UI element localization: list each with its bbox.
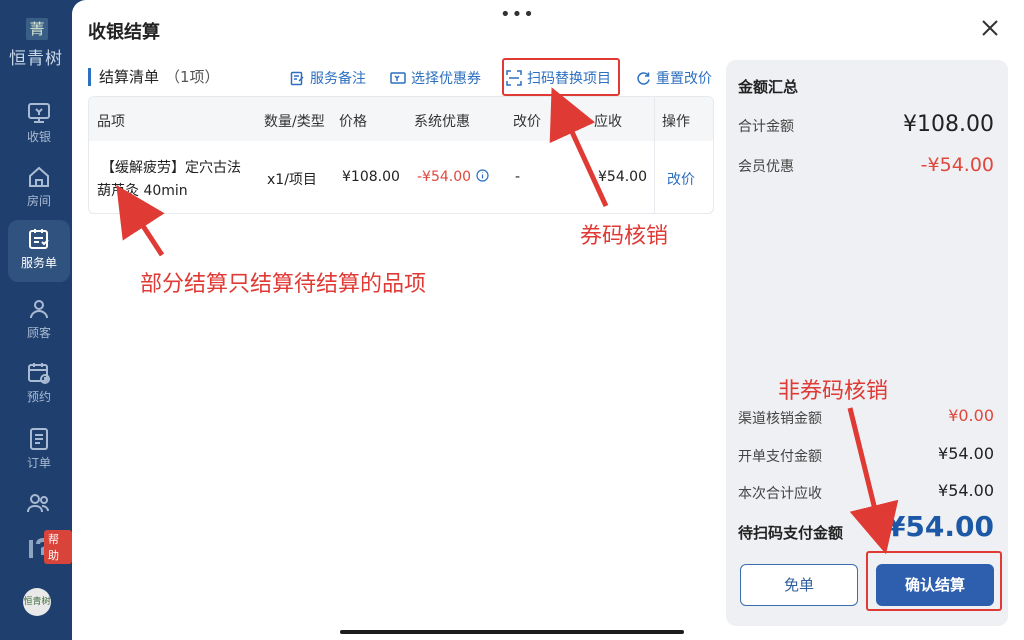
sidebar-item-room[interactable]: 房间 bbox=[8, 158, 70, 220]
home-icon bbox=[29, 166, 49, 187]
checkout-panel: ••• 收银结算 结算清单 （1项） 服务备注 选择优惠券 扫码替换项目 重置改价… bbox=[72, 0, 1024, 640]
sidebar-item-cashier[interactable]: 收银 bbox=[8, 94, 70, 156]
arrow-to-scan bbox=[549, 87, 609, 208]
sidebar-item-customer[interactable]: 顾客 bbox=[8, 290, 70, 352]
sidebar-item-label: 收银 bbox=[26, 130, 51, 144]
sidebar-item-label: 房间 bbox=[26, 194, 51, 208]
calendar-icon bbox=[28, 363, 50, 384]
sidebar-item-label: 顾客 bbox=[26, 326, 51, 340]
arrow-to-item bbox=[116, 185, 165, 257]
bottom-logo: 恒青树 bbox=[23, 588, 51, 616]
staff-icon bbox=[27, 494, 49, 513]
annotation-non-coupon-verify: 非券码核销 bbox=[778, 379, 889, 404]
cashier-icon bbox=[28, 103, 50, 123]
home-indicator[interactable] bbox=[340, 630, 684, 634]
sidebar-item-order[interactable]: 订单 bbox=[8, 420, 70, 482]
arrow-to-confirm bbox=[847, 407, 899, 555]
help-badge[interactable]: 帮助 bbox=[44, 530, 72, 564]
sidebar: 菁 恒青树 收银 房间 服务单 顾客 预约 订单 帮助 恒青树 bbox=[0, 0, 72, 640]
sidebar-item-label: 订单 bbox=[26, 456, 51, 470]
annotation-coupon-verify: 券码核销 bbox=[580, 224, 669, 249]
annotation-arrows bbox=[116, 87, 899, 555]
brand-logo: 菁 bbox=[26, 18, 48, 40]
sidebar-item-staff[interactable] bbox=[8, 484, 70, 518]
customer-icon bbox=[30, 300, 48, 319]
order-icon bbox=[30, 428, 48, 450]
brand-name: 恒青树 bbox=[9, 49, 63, 69]
sidebar-item-label: 服务单 bbox=[20, 256, 57, 270]
sidebar-item-service-order[interactable]: 服务单 bbox=[8, 220, 70, 282]
annotation-partial-settle: 部分结算只结算待结算的品项 bbox=[140, 272, 427, 297]
sidebar-item-label: 预约 bbox=[26, 390, 51, 404]
service-order-icon bbox=[29, 229, 49, 249]
sidebar-item-booking[interactable]: 预约 bbox=[8, 354, 70, 416]
